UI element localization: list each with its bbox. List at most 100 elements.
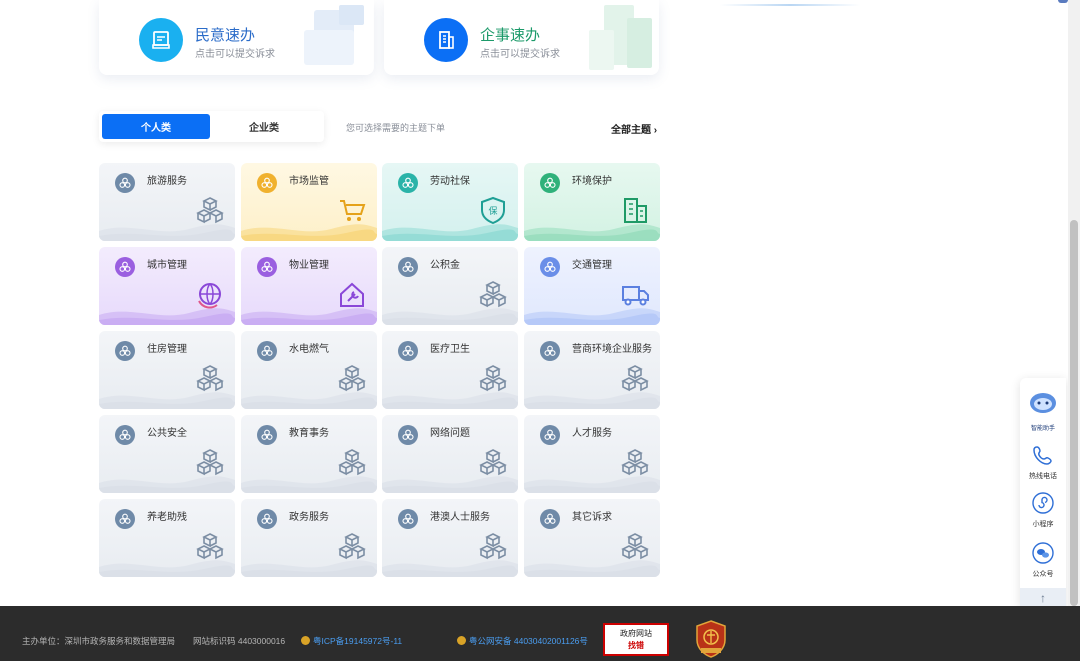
miniprogram-icon: [1032, 492, 1054, 514]
robot-assistant-icon: [1030, 393, 1056, 413]
category-badge-icon: [398, 173, 418, 193]
topic-tile[interactable]: 医疗卫生: [382, 331, 518, 409]
topic-tile-label: 公共安全: [147, 428, 187, 439]
category-badge-icon: [398, 341, 418, 361]
topic-tile[interactable]: 住房管理: [99, 331, 235, 409]
page-scrollbar[interactable]: [1068, 0, 1080, 606]
category-badge-icon: [398, 257, 418, 277]
topic-illustration-icon: [624, 198, 647, 223]
quick-card-title: 企事速办: [480, 27, 541, 44]
back-to-top-button[interactable]: ↑: [1020, 588, 1066, 608]
topic-tile[interactable]: 水电燃气: [241, 331, 377, 409]
scrollbar-thumb[interactable]: [1070, 220, 1078, 606]
topic-tile[interactable]: 港澳人士服务: [382, 499, 518, 577]
gov-box-line1: 政府网站: [620, 629, 652, 638]
official-account-button[interactable]: 公众号: [1020, 542, 1066, 579]
topic-tile[interactable]: 城市管理: [99, 247, 235, 325]
tab-personal[interactable]: 个人类: [102, 114, 210, 139]
category-badge-icon: [540, 341, 560, 361]
topic-tile[interactable]: 政务服务: [241, 499, 377, 577]
footer-police[interactable]: 粤公网安备 44030402001126号: [457, 635, 588, 647]
category-badge-icon: [257, 425, 277, 445]
topic-tile[interactable]: 公共安全: [99, 415, 235, 493]
tab-enterprise[interactable]: 企业类: [210, 114, 318, 139]
footer-icp-link[interactable]: 粤ICP备19145972号-11: [313, 636, 402, 646]
topic-tile[interactable]: 旅游服务: [99, 163, 235, 241]
topic-tile[interactable]: 环境保护: [524, 163, 660, 241]
quick-card-title: 民意速办: [195, 27, 256, 44]
category-badge-icon: [398, 509, 418, 529]
topic-tile[interactable]: 物业管理: [241, 247, 377, 325]
quick-card-subtitle: 点击可以提交诉求: [480, 49, 560, 60]
category-badge-icon: [398, 425, 418, 445]
topic-tile-label: 物业管理: [289, 260, 329, 271]
topic-illustration-icon: [196, 449, 224, 476]
top-decor-line: [720, 4, 860, 6]
category-badge-icon: [115, 509, 135, 529]
police-emblem-icon: [457, 636, 466, 645]
topic-illustration-icon: [196, 197, 224, 224]
decorative-illustration: [304, 5, 364, 65]
topic-tile[interactable]: 公积金: [382, 247, 518, 325]
hotline-label: 热线电话: [1029, 473, 1057, 480]
gov-box-line2: 找错: [628, 641, 644, 650]
quick-card-public-opinion[interactable]: 民意速办 点击可以提交诉求: [99, 0, 374, 75]
topic-tile[interactable]: 养老助残: [99, 499, 235, 577]
topic-tile-label: 港澳人士服务: [430, 512, 490, 523]
topic-tile-label: 营商环境企业服务: [572, 344, 652, 355]
topic-tile[interactable]: 营商环境企业服务: [524, 331, 660, 409]
category-badge-icon: [115, 173, 135, 193]
topic-illustration-icon: [196, 365, 224, 392]
all-topics-link[interactable]: 全部主题 ›: [611, 121, 657, 136]
page-footer: 主办单位：深圳市政务服务和数据管理局 网站标识码 4403000016 粤ICP…: [0, 606, 1080, 661]
topic-illustration-icon: [338, 449, 366, 476]
topic-illustration-icon: [338, 365, 366, 392]
topic-tile-label: 人才服务: [572, 428, 612, 439]
topic-tile-label: 市场监管: [289, 176, 329, 187]
category-badge-icon: [257, 509, 277, 529]
topic-tile[interactable]: 其它诉求: [524, 499, 660, 577]
footer-sponsor: 主办单位：深圳市政务服务和数据管理局: [22, 636, 176, 646]
footer-icp[interactable]: 粤ICP备19145972号-11: [301, 635, 402, 647]
emblem-icon: [301, 636, 310, 645]
topic-tile-label: 交通管理: [572, 260, 612, 271]
topic-tile[interactable]: 教育事务: [241, 415, 377, 493]
assistant-button[interactable]: 智能助手: [1020, 384, 1066, 432]
topic-tile[interactable]: 交通管理: [524, 247, 660, 325]
gov-site-error-report[interactable]: 政府网站 找错: [603, 623, 669, 656]
topic-tile-label: 教育事务: [289, 428, 329, 439]
topic-illustration-icon: [479, 281, 507, 308]
topic-tile-label: 劳动社保: [430, 176, 470, 187]
category-badge-icon: [540, 425, 560, 445]
topic-illustration-icon: [479, 365, 507, 392]
top-decor-dot: [1058, 0, 1068, 3]
quick-card-enterprise[interactable]: 企事速办 点击可以提交诉求: [384, 0, 659, 75]
decorative-illustration: [589, 5, 652, 70]
topic-tile-label: 水电燃气: [289, 344, 329, 355]
topic-tile[interactable]: 网络问题: [382, 415, 518, 493]
miniapp-button[interactable]: 小程序: [1020, 492, 1066, 529]
category-badge-icon: [115, 257, 135, 277]
footer-police-link[interactable]: 粤公网安备 44030402001126号: [469, 636, 588, 646]
topic-illustration-icon: [479, 533, 507, 560]
topic-hint: 您可选择需要的主题下单: [346, 123, 446, 133]
topic-illustration-icon: [340, 200, 366, 221]
category-badge-icon: [257, 341, 277, 361]
topic-illustration-icon: [196, 533, 224, 560]
footer-site-code: 网站标识码 4403000016: [193, 636, 286, 646]
topic-illustration-icon: [338, 533, 366, 560]
official-account-label: 公众号: [1032, 571, 1054, 578]
envelope-icon: [139, 18, 183, 62]
hotline-button[interactable]: 热线电话: [1020, 444, 1066, 481]
site-correction-shield-icon[interactable]: [695, 620, 727, 658]
topic-illustration-icon: [340, 282, 364, 307]
topic-tile[interactable]: 劳动社保保: [382, 163, 518, 241]
topic-tile[interactable]: 人才服务: [524, 415, 660, 493]
topic-tile-label: 政务服务: [289, 512, 329, 523]
category-badge-icon: [540, 173, 560, 193]
topic-illustration-icon: [479, 449, 507, 476]
topic-tile[interactable]: 市场监管: [241, 163, 377, 241]
topic-illustration-icon: [621, 365, 649, 392]
topic-tile-label: 其它诉求: [572, 512, 612, 523]
building-icon: [424, 18, 468, 62]
